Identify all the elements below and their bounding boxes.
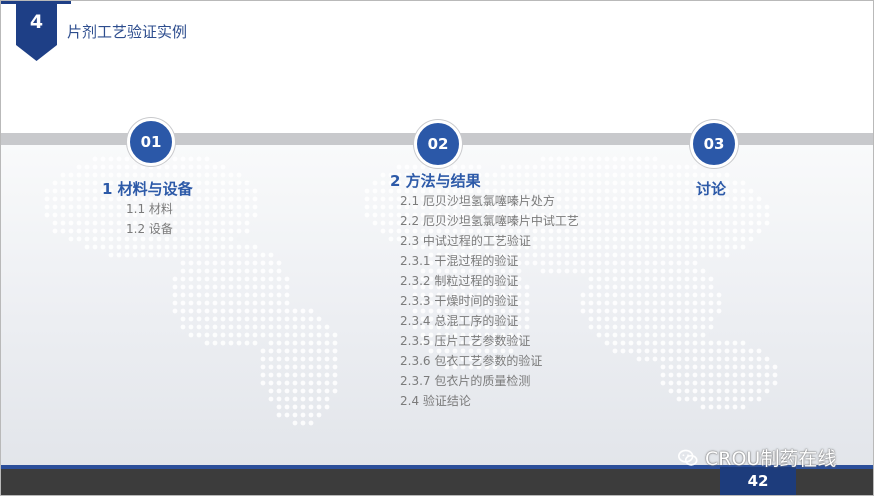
list-item: 2.3.3 干燥时间的验证 xyxy=(400,294,519,308)
list-item: 2.3.4 总混工序的验证 xyxy=(400,314,519,328)
section-title: 片剂工艺验证实例 xyxy=(67,23,188,41)
circle-03: 03 xyxy=(690,120,738,168)
list-item: 2.3.5 压片工艺参数验证 xyxy=(400,334,531,348)
list-item: 2.4 验证结论 xyxy=(400,394,471,408)
circle-02: 02 xyxy=(414,120,462,168)
list-item: 2.3.6 包衣工艺参数的验证 xyxy=(400,354,543,368)
watermark-text: CROU制药在线 xyxy=(705,448,837,470)
materials-list: 1.1 材料 1.2 设备 xyxy=(126,199,173,239)
list-item: 2.3.2 制粒过程的验证 xyxy=(400,274,519,288)
slide: 4 片剂工艺验证实例 01 1 材料与设备 1.1 材料 1.2 设备 02 2… xyxy=(0,0,874,496)
list-item: 1.1 材料 xyxy=(126,202,173,216)
circle-01: 01 xyxy=(127,118,175,166)
watermark: CROU制药在线 xyxy=(677,444,836,471)
wechat-icon xyxy=(678,449,698,466)
list-item: 2.2 厄贝沙坦氢氯噻嗪片中试工艺 xyxy=(400,214,579,228)
methods-list: 2.1 厄贝沙坦氢氯噻嗪片处方 2.2 厄贝沙坦氢氯噻嗪片中试工艺 2.3 中试… xyxy=(400,191,579,411)
section-badge: 4 xyxy=(16,1,57,61)
column-title-methods: 2 方法与结果 xyxy=(390,172,481,190)
page-number: 42 xyxy=(720,467,796,495)
column-title-materials: 1 材料与设备 xyxy=(102,180,193,198)
list-item: 2.3.7 包衣片的质量检测 xyxy=(400,374,531,388)
list-item: 1.2 设备 xyxy=(126,222,173,236)
list-item: 2.1 厄贝沙坦氢氯噻嗪片处方 xyxy=(400,194,555,208)
list-item: 2.3.1 干混过程的验证 xyxy=(400,254,519,268)
column-title-discussion: 讨论 xyxy=(696,180,727,198)
list-item: 2.3 中试过程的工艺验证 xyxy=(400,234,531,248)
section-number: 4 xyxy=(29,11,44,33)
